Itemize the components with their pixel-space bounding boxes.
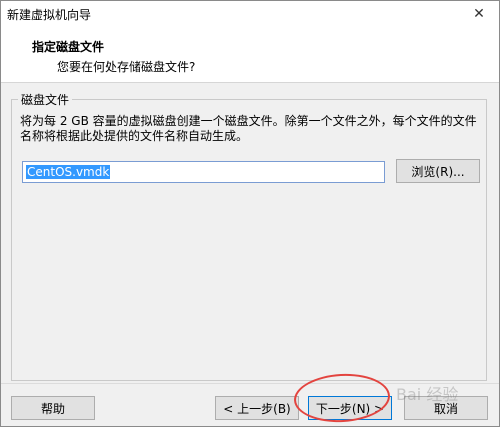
back-button[interactable]: < 上一步(B) [215, 396, 299, 420]
page-subtitle: 您要在何处存储磁盘文件? [57, 60, 196, 74]
disk-file-group: 磁盘文件 将为每 2 GB 容量的虚拟磁盘创建一个磁盘文件。除第一个文件之外，每… [11, 91, 487, 381]
window-title: 新建虚拟机向导 [7, 8, 92, 22]
wizard-window: 新建虚拟机向导 ✕ 指定磁盘文件 您要在何处存储磁盘文件? 磁盘文件 将为每 2… [0, 0, 500, 427]
browse-button[interactable]: 浏览(R)... [396, 159, 480, 183]
disk-filename-input[interactable]: CentOS.vmdk [22, 161, 385, 183]
cancel-button[interactable]: 取消 [404, 396, 488, 420]
next-button[interactable]: 下一步(N) > [308, 396, 392, 420]
button-bar: 帮助 < 上一步(B) 下一步(N) > 取消 [1, 383, 499, 427]
disk-file-description: 将为每 2 GB 容量的虚拟磁盘创建一个磁盘文件。除第一个文件之外，每个文件的文… [20, 114, 477, 143]
wizard-header: 指定磁盘文件 您要在何处存储磁盘文件? [1, 26, 499, 83]
page-title: 指定磁盘文件 [32, 40, 105, 54]
title-bar: 新建虚拟机向导 ✕ [1, 1, 499, 26]
group-label: 磁盘文件 [18, 91, 73, 108]
close-icon[interactable]: ✕ [459, 1, 499, 26]
disk-filename-value[interactable]: CentOS.vmdk [26, 165, 111, 179]
help-button[interactable]: 帮助 [11, 396, 95, 420]
